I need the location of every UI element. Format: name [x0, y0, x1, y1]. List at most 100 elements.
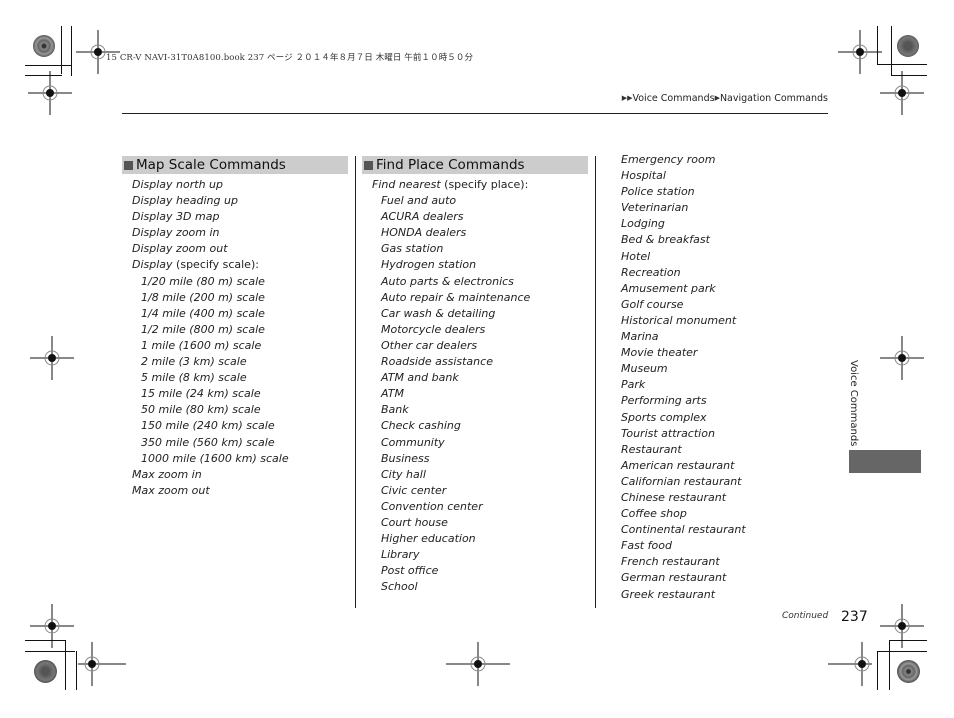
breadcrumb: ▶▶Voice Commands▶Navigation Commands [622, 93, 828, 104]
list-item: American restaurant [595, 458, 821, 474]
list-item: Continental restaurant [595, 522, 821, 538]
command-text: City hall [381, 467, 426, 481]
list-item: Movie theater [595, 345, 821, 361]
command-text: Sports complex [621, 410, 707, 424]
command-text: Hospital [621, 169, 666, 183]
list-item: Veterinarian [595, 200, 821, 216]
list-item: City hall [362, 467, 588, 483]
list-item: Check cashing [362, 418, 588, 434]
command-text: Roadside assistance [381, 355, 493, 369]
command-text: German restaurant [621, 571, 727, 585]
command-text: Golf course [621, 297, 684, 311]
list-item: Library [362, 547, 588, 563]
header-rule [122, 113, 828, 114]
registration-mark-icon [880, 71, 924, 115]
continued-label: Continued [782, 611, 829, 621]
list-item: Other car dealers [362, 338, 588, 354]
list-item: Find nearest (specify place): [362, 177, 588, 193]
command-text: Veterinarian [621, 201, 689, 215]
command-text: Display zoom out [132, 242, 228, 256]
list-item: 5 mile (8 km) scale [122, 370, 348, 386]
find-place-section: Find Place Commands Find nearest (specif… [362, 156, 588, 595]
list-item: Museum [595, 361, 821, 377]
registration-mark-icon [30, 336, 74, 380]
list-item: Max zoom in [122, 467, 348, 483]
command-text: Marina [621, 330, 659, 344]
command-text: Max zoom in [132, 467, 202, 481]
command-text: Civic center [381, 483, 447, 497]
command-text: Auto parts & electronics [381, 274, 514, 288]
list-item: Recreation [595, 265, 821, 281]
command-text: 15 mile (24 km) scale [141, 387, 261, 401]
command-text: Recreation [621, 265, 681, 279]
list-item: ACURA dealers [362, 209, 588, 225]
list-item: Display zoom in [122, 225, 348, 241]
list-item: Lodging [595, 216, 821, 232]
list-item: Motorcycle dealers [362, 322, 588, 338]
command-text: 1/20 mile (80 m) scale [141, 274, 265, 288]
list-item: 2 mile (3 km) scale [122, 354, 348, 370]
color-rosette-icon [34, 660, 57, 683]
command-text: Max zoom out [132, 483, 210, 497]
color-rosette-icon [33, 35, 55, 57]
map-scale-section: Map Scale Commands Display north up Displ… [122, 156, 348, 499]
print-header: 15 CR-V NAVI-31T0A8100.book 237 ページ ２０１４… [106, 53, 474, 63]
list-item: Marina [595, 329, 821, 345]
list-item: 50 mile (80 km) scale [122, 402, 348, 418]
list-item: 1/8 mile (200 m) scale [122, 290, 348, 306]
command-text: Fuel and auto [381, 194, 457, 208]
list-item: Bed & breakfast [595, 232, 821, 248]
list-item: Bank [362, 402, 588, 418]
list-item: French restaurant [595, 554, 821, 570]
list-item: Community [362, 435, 588, 451]
list-item: Hotel [595, 249, 821, 265]
list-item: Display north up [122, 177, 348, 193]
list-item: 150 mile (240 km) scale [122, 418, 348, 434]
command-text: Bank [381, 403, 409, 417]
list-item: Sports complex [595, 410, 821, 426]
list-item: Display 3D map [122, 209, 348, 225]
command-text: Californian restaurant [621, 474, 742, 488]
list-item: Park [595, 377, 821, 393]
crop-mark [61, 26, 62, 74]
command-text: Other car dealers [381, 338, 478, 352]
breadcrumb-section[interactable]: Voice Commands [632, 93, 714, 104]
command-text: ACURA dealers [381, 210, 464, 224]
command-text: Motorcycle dealers [381, 322, 486, 336]
list-item: Historical monument [595, 313, 821, 329]
command-text: Emergency room [621, 153, 716, 166]
command-list: Display north up Display heading up Displa… [122, 177, 348, 499]
list-item: ATM and bank [362, 370, 588, 386]
command-text: 2 mile (3 km) scale [141, 355, 247, 369]
command-text: 1000 mile (1600 km) scale [141, 451, 289, 465]
command-text: 350 mile (560 km) scale [141, 435, 275, 449]
registration-mark-icon [880, 604, 924, 648]
side-tab[interactable] [849, 450, 921, 473]
list-item: Hydrogen station [362, 257, 588, 273]
color-rosette-icon [897, 660, 920, 683]
command-text: Display north up [132, 178, 224, 191]
crop-mark [877, 651, 927, 652]
command-text: Convention center [381, 499, 483, 513]
command-text: HONDA dealers [381, 226, 467, 240]
list-item: German restaurant [595, 570, 821, 586]
command-text: Higher education [381, 532, 476, 546]
command-text: School [381, 580, 418, 594]
column-divider [355, 156, 356, 608]
command-note: (specify place): [440, 178, 529, 191]
crop-mark [25, 65, 72, 66]
command-text: Display heading up [132, 194, 238, 208]
command-text: Find nearest [372, 178, 441, 191]
list-item: Auto repair & maintenance [362, 290, 588, 306]
list-item: 1/4 mile (400 m) scale [122, 306, 348, 322]
command-text: Continental restaurant [621, 523, 746, 537]
command-text: Hotel [621, 249, 651, 263]
list-item: Golf course [595, 297, 821, 313]
list-item: Fast food [595, 538, 821, 554]
command-text: Historical monument [621, 313, 737, 327]
list-item: Convention center [362, 499, 588, 515]
list-item: Amusement park [595, 281, 821, 297]
breadcrumb-page[interactable]: Navigation Commands [720, 93, 828, 104]
command-text: Business [381, 451, 430, 465]
command-text: 50 mile (80 km) scale [141, 403, 261, 417]
